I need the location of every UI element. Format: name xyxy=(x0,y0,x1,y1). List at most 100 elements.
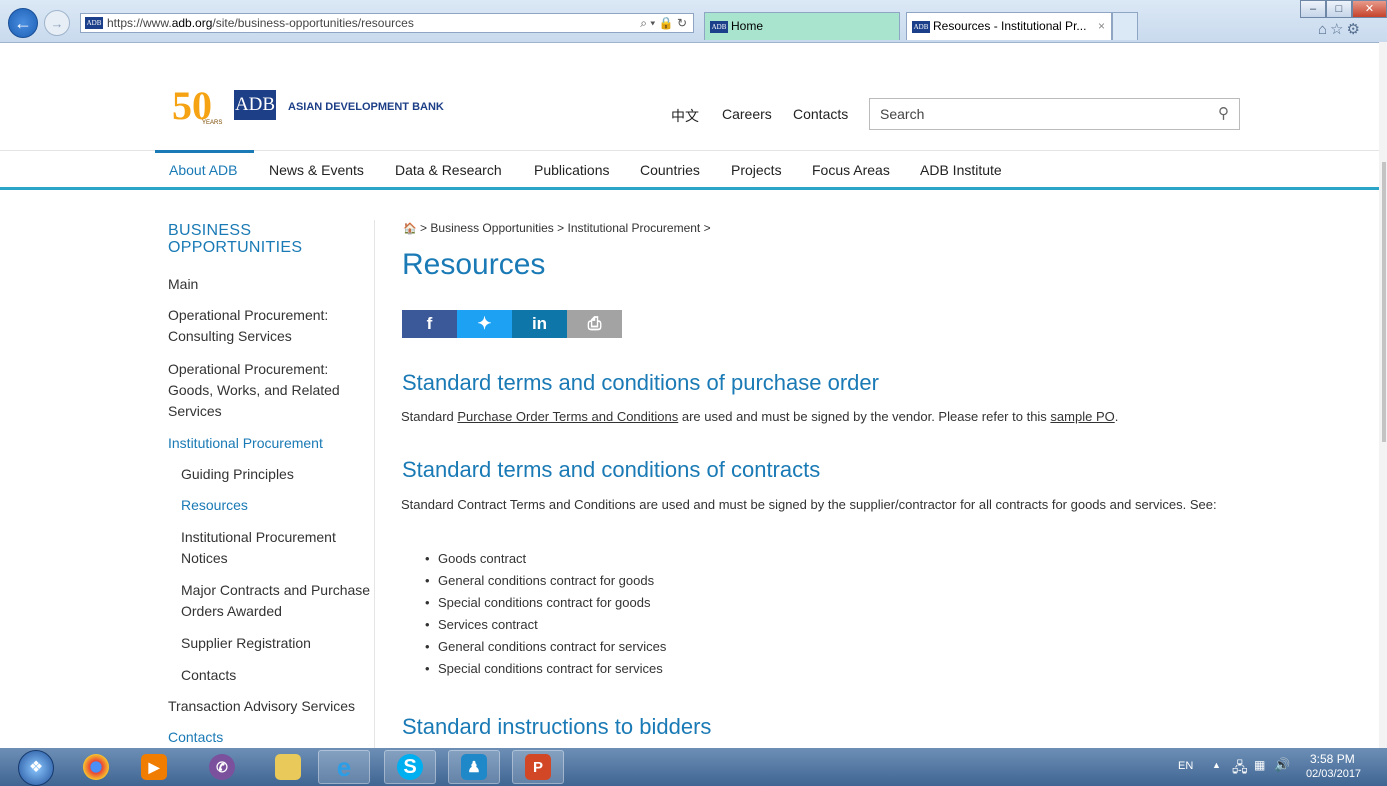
section-heading-contracts: Standard terms and conditions of contrac… xyxy=(402,457,821,482)
tray-volume-icon[interactable]: 🔊 xyxy=(1274,757,1290,773)
skype-icon: S xyxy=(397,754,423,780)
list-item[interactable]: General conditions contract for goods xyxy=(425,573,654,588)
linkedin-icon: in xyxy=(531,314,548,333)
tab-home[interactable]: ADB Home xyxy=(704,12,900,40)
contacts-link[interactable]: Contacts xyxy=(793,106,848,122)
sample-po-link[interactable]: sample PO xyxy=(1050,409,1114,424)
close-window-button[interactable]: ✕ xyxy=(1352,0,1387,18)
facebook-icon: f xyxy=(426,314,433,333)
site-favicon-icon: ADB xyxy=(85,17,103,29)
taskbar-chrome[interactable] xyxy=(70,750,122,784)
sidebar-item-transaction-advisory[interactable]: Transaction Advisory Services xyxy=(168,696,368,717)
section-text-purchase-order: Standard Purchase Order Terms and Condit… xyxy=(401,409,1119,424)
windows-icon: ❖ xyxy=(28,759,44,776)
nav-active-indicator xyxy=(155,150,254,153)
sidebar-item-resources[interactable]: Resources xyxy=(181,495,371,516)
sidebar-item-contacts-sub[interactable]: Contacts xyxy=(181,665,371,686)
taskbar-viber[interactable]: ✆ xyxy=(196,750,248,784)
search-icon[interactable]: ⚲ xyxy=(1218,104,1229,122)
search-box: ⚲ xyxy=(869,98,1240,130)
list-item[interactable]: Services contract xyxy=(425,617,538,632)
sidebar-item-major-contracts[interactable]: Major Contracts and Purchase Orders Awar… xyxy=(181,580,371,622)
maximize-button[interactable]: □ xyxy=(1326,0,1352,18)
page-title: Resources xyxy=(402,248,546,281)
share-bar: f ✦ in ⎙ xyxy=(402,310,622,338)
breadcrumb-separator: > xyxy=(557,221,565,235)
address-tools-icon[interactable]: ⌕ ▾ 🔒 ↻ xyxy=(640,14,687,32)
nav-countries[interactable]: Countries xyxy=(640,162,700,178)
tray-network-icon[interactable]: 🖧 xyxy=(1232,757,1248,781)
sidebar-item-consulting[interactable]: Operational Procurement: Consulting Serv… xyxy=(168,305,368,347)
taskbar: ❖ ▶ ✆ e S ♟ P EN ▲ 🖧 ▦ 🔊 3:58 PM 02/03/2… xyxy=(0,748,1387,786)
home-icon[interactable]: 🏠 xyxy=(403,223,417,235)
nav-about-adb[interactable]: About ADB xyxy=(169,162,238,178)
nav-data-research[interactable]: Data & Research xyxy=(395,162,502,178)
nav-publications[interactable]: Publications xyxy=(534,162,610,178)
back-button[interactable]: ← xyxy=(8,8,38,38)
section-heading-instructions: Standard instructions to bidders xyxy=(402,714,712,739)
taskbar-internet-explorer[interactable]: e xyxy=(318,750,370,784)
viber-icon: ✆ xyxy=(209,754,235,780)
address-url: https://www.adb.org/site/business-opport… xyxy=(107,16,414,30)
facebook-share-button[interactable]: f xyxy=(402,310,457,338)
section-text-contracts: Standard Contract Terms and Conditions a… xyxy=(401,497,1217,512)
list-item[interactable]: General conditions contract for services xyxy=(425,639,666,654)
tray-signal-icon[interactable]: ▦ xyxy=(1254,758,1265,772)
clock-time[interactable]: 3:58 PM xyxy=(1310,752,1355,766)
breadcrumb-separator: > xyxy=(703,221,711,235)
logo-adb-box: ADB xyxy=(234,90,276,120)
search-input[interactable] xyxy=(878,105,1202,123)
chrome-icon xyxy=(83,754,109,780)
tab-favicon-icon: ADB xyxy=(710,21,728,33)
breadcrumb-separator: > xyxy=(420,221,428,235)
chinese-language-link[interactable]: 中文 xyxy=(671,106,699,126)
forward-button[interactable]: → xyxy=(44,10,70,36)
vertical-scrollbar[interactable] xyxy=(1379,42,1387,748)
scrollbar-thumb[interactable] xyxy=(1382,162,1386,442)
main-navigation: About ADB News & Events Data & Research … xyxy=(0,150,1387,190)
twitter-share-button[interactable]: ✦ xyxy=(457,310,512,338)
tab-close-icon[interactable]: × xyxy=(1098,13,1105,39)
home-star-gear-icons[interactable]: ⌂☆⚙ xyxy=(1318,20,1363,38)
clock-date[interactable]: 02/03/2017 xyxy=(1306,768,1361,780)
taskbar-explorer[interactable] xyxy=(262,750,314,784)
logo-name: ASIAN DEVELOPMENT BANK xyxy=(288,101,444,113)
twitter-icon: ✦ xyxy=(477,314,492,333)
address-bar[interactable]: ADB https://www.adb.org/site/business-op… xyxy=(80,13,694,33)
nav-focus-areas[interactable]: Focus Areas xyxy=(812,162,890,178)
careers-link[interactable]: Careers xyxy=(722,106,772,122)
sidebar-item-procurement-notices[interactable]: Institutional Procurement Notices xyxy=(181,527,371,569)
list-item[interactable]: Special conditions contract for goods xyxy=(425,595,650,610)
sidebar-item-institutional-procurement[interactable]: Institutional Procurement xyxy=(168,433,368,454)
list-item[interactable]: Special conditions contract for services xyxy=(425,661,663,676)
print-button[interactable]: ⎙ xyxy=(567,310,622,338)
purchase-order-terms-link[interactable]: Purchase Order Terms and Conditions xyxy=(457,409,678,424)
sidebar-item-guiding-principles[interactable]: Guiding Principles xyxy=(181,464,371,485)
sidebar-item-main[interactable]: Main xyxy=(168,274,368,295)
nav-news-events[interactable]: News & Events xyxy=(269,162,364,178)
list-item[interactable]: Goods contract xyxy=(425,551,526,566)
breadcrumb-business-opportunities[interactable]: Business Opportunities xyxy=(430,221,553,235)
tray-arrow-icon[interactable]: ▲ xyxy=(1212,760,1221,770)
breadcrumb-institutional-procurement[interactable]: Institutional Procurement xyxy=(568,221,701,235)
logo-years: YEARS xyxy=(202,120,223,126)
sidebar-item-supplier-registration[interactable]: Supplier Registration xyxy=(181,633,371,654)
taskbar-skype[interactable]: S xyxy=(384,750,436,784)
internet-explorer-icon: e xyxy=(336,751,352,782)
sidebar-item-goods-works[interactable]: Operational Procurement: Goods, Works, a… xyxy=(168,359,368,422)
language-indicator[interactable]: EN xyxy=(1178,760,1193,772)
start-button[interactable]: ❖ xyxy=(18,750,54,786)
taskbar-powerpoint[interactable]: P xyxy=(512,750,564,784)
minimize-button[interactable]: – xyxy=(1300,0,1326,18)
sidebar-item-contacts[interactable]: Contacts xyxy=(168,727,368,748)
nav-projects[interactable]: Projects xyxy=(731,162,782,178)
nav-adb-institute[interactable]: ADB Institute xyxy=(920,162,1002,178)
taskbar-people-app[interactable]: ♟ xyxy=(448,750,500,784)
new-tab-button[interactable] xyxy=(1112,12,1138,40)
tab-resources[interactable]: ADB Resources - Institutional Pr... × xyxy=(906,12,1112,40)
taskbar-media-player[interactable]: ▶ xyxy=(128,750,180,784)
linkedin-share-button[interactable]: in xyxy=(512,310,567,338)
section-heading-purchase-order: Standard terms and conditions of purchas… xyxy=(402,370,879,395)
powerpoint-icon: P xyxy=(525,754,551,780)
tab-label: Resources - Institutional Pr... xyxy=(933,19,1087,33)
